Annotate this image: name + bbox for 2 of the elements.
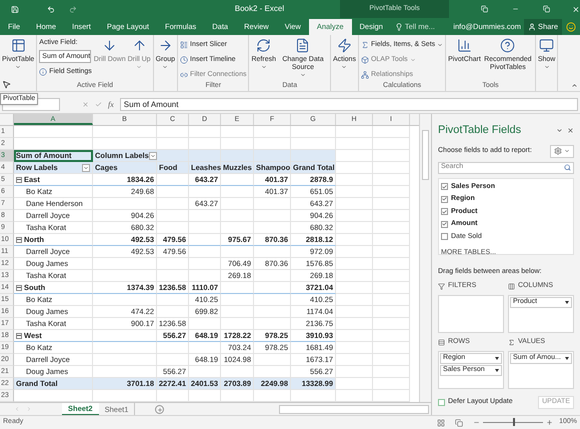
pane-title: PivotTable Fields xyxy=(438,123,522,138)
window-title: Book2 - Excel xyxy=(234,3,286,15)
